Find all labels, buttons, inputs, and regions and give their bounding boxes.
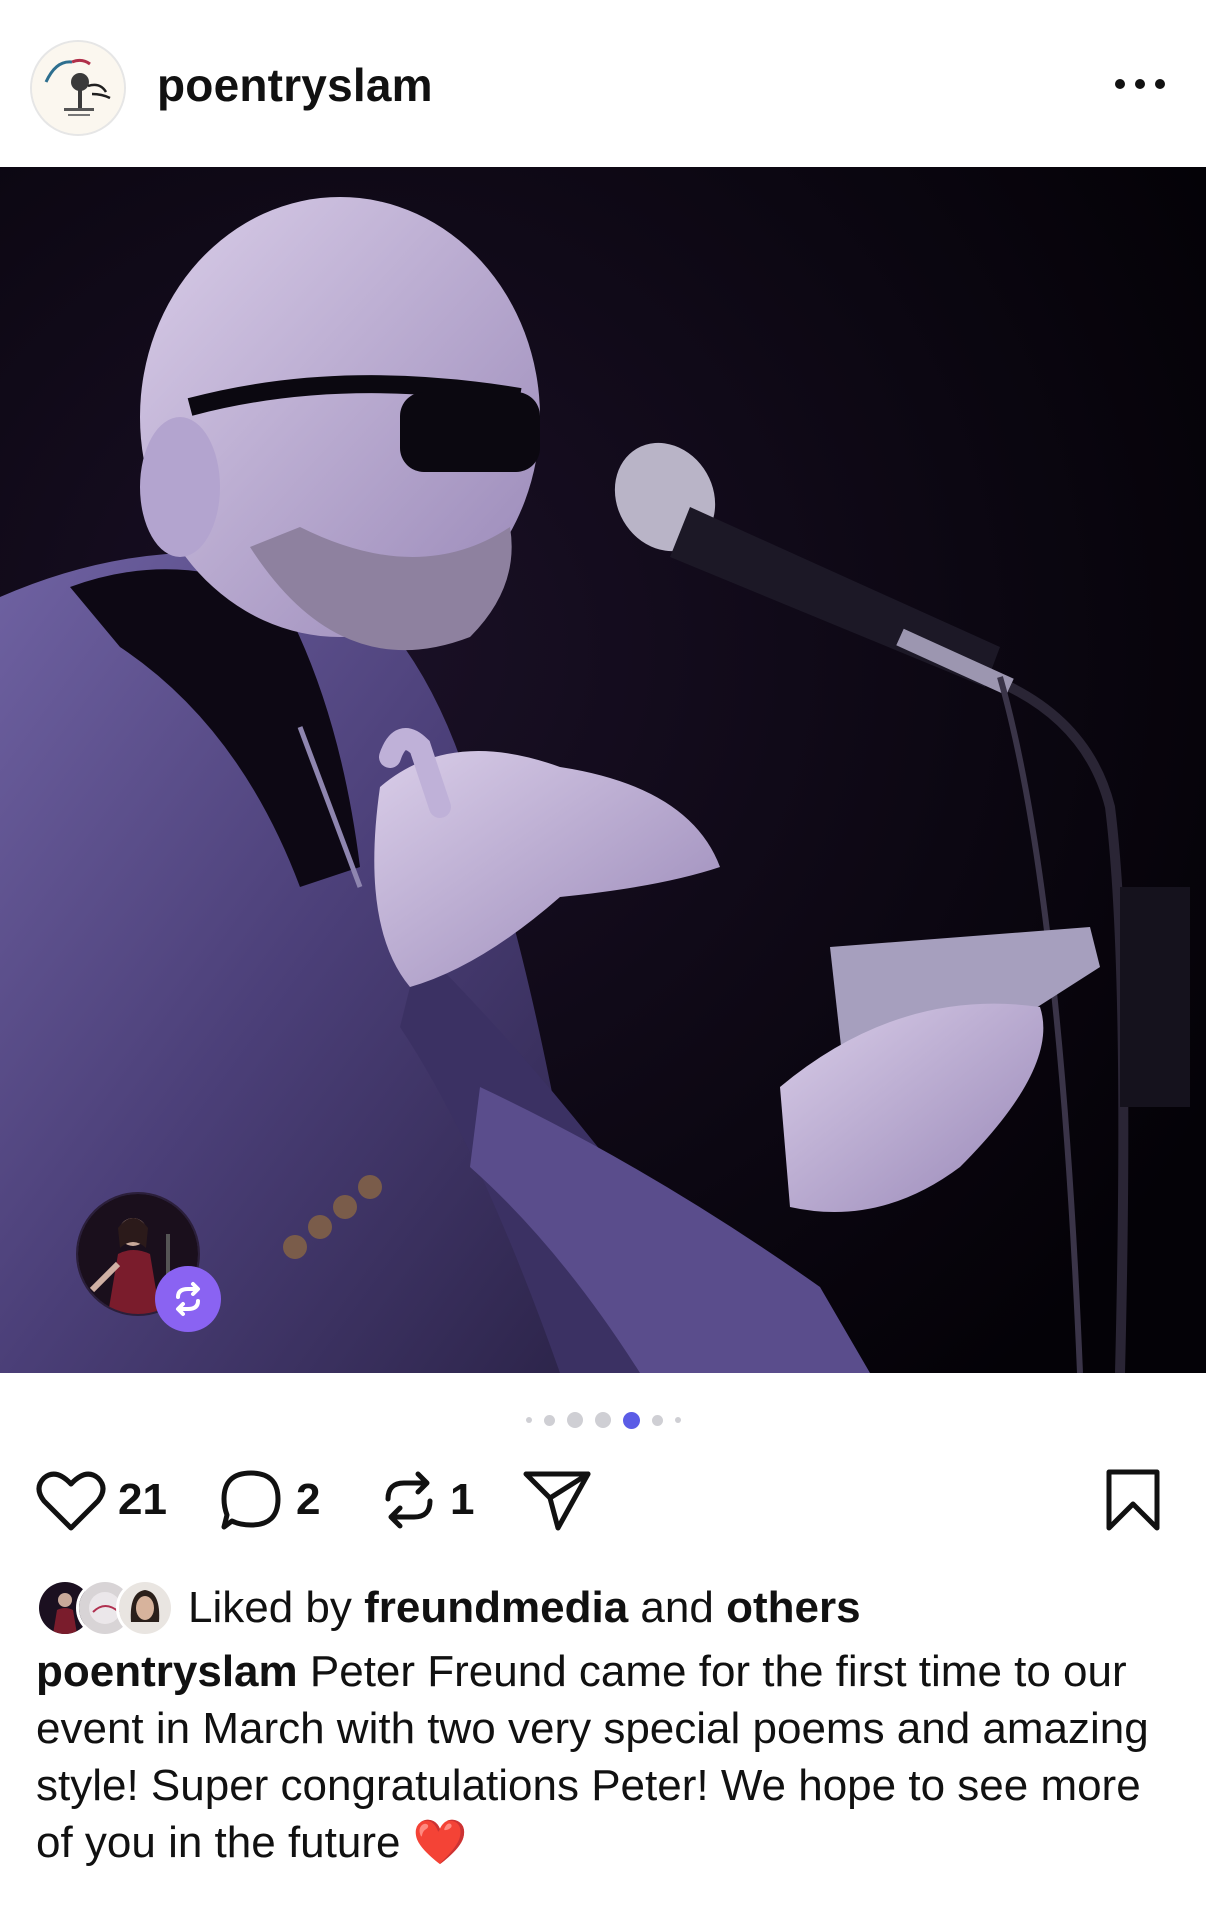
post-caption: poentryslam Peter Freund came for the fi… (36, 1643, 1186, 1871)
repost-count: 1 (450, 1475, 475, 1524)
pager-dot-active[interactable] (622, 1411, 640, 1429)
more-options-icon[interactable] (1115, 64, 1165, 104)
like-count: 21 (118, 1475, 167, 1524)
poetry-slam-logo-icon (32, 42, 124, 134)
liked-by-prefix: Liked by (188, 1583, 352, 1632)
profile-avatar[interactable] (30, 40, 126, 136)
header-username[interactable]: poentryslam (157, 58, 433, 112)
pager-dot[interactable] (525, 1417, 532, 1423)
comment-button[interactable]: 2 (218, 1460, 320, 1540)
bookmark-icon (1106, 1469, 1160, 1531)
comment-count: 2 (296, 1475, 321, 1524)
pager-dot[interactable] (651, 1414, 663, 1426)
bookmark-button[interactable] (1105, 1460, 1161, 1540)
liked-by-joiner: and (640, 1583, 714, 1632)
carousel-pager[interactable] (0, 1410, 1206, 1430)
comment-bubble-icon (221, 1470, 281, 1530)
post-header: poentryslam (0, 0, 1206, 167)
liked-by-user[interactable]: freundmedia (364, 1583, 628, 1632)
pager-dot[interactable] (566, 1412, 583, 1428)
repost-icon (385, 1471, 433, 1529)
send-paper-plane-icon (523, 1471, 591, 1531)
liker-avatar (116, 1579, 174, 1637)
caption-username[interactable]: poentryslam (36, 1647, 298, 1696)
repost-badge-icon (155, 1266, 221, 1332)
performer-photo (0, 167, 1206, 1373)
liked-by-text: Liked by freundmedia and others (188, 1583, 861, 1633)
action-bar: 21 2 1 (0, 1460, 1206, 1540)
like-button[interactable]: 21 (36, 1460, 167, 1540)
pager-dot[interactable] (594, 1412, 611, 1428)
pager-dot[interactable] (674, 1417, 681, 1423)
repost-button[interactable]: 1 (380, 1460, 474, 1540)
post-photo[interactable] (0, 167, 1206, 1373)
share-button[interactable] (522, 1460, 592, 1540)
heart-emoji: ❤️ (412, 1818, 468, 1867)
heart-icon (36, 1471, 106, 1531)
liked-by-others[interactable]: others (726, 1583, 860, 1632)
pager-dot[interactable] (543, 1414, 555, 1426)
liked-by-row[interactable]: Liked by freundmedia and others (36, 1578, 861, 1638)
